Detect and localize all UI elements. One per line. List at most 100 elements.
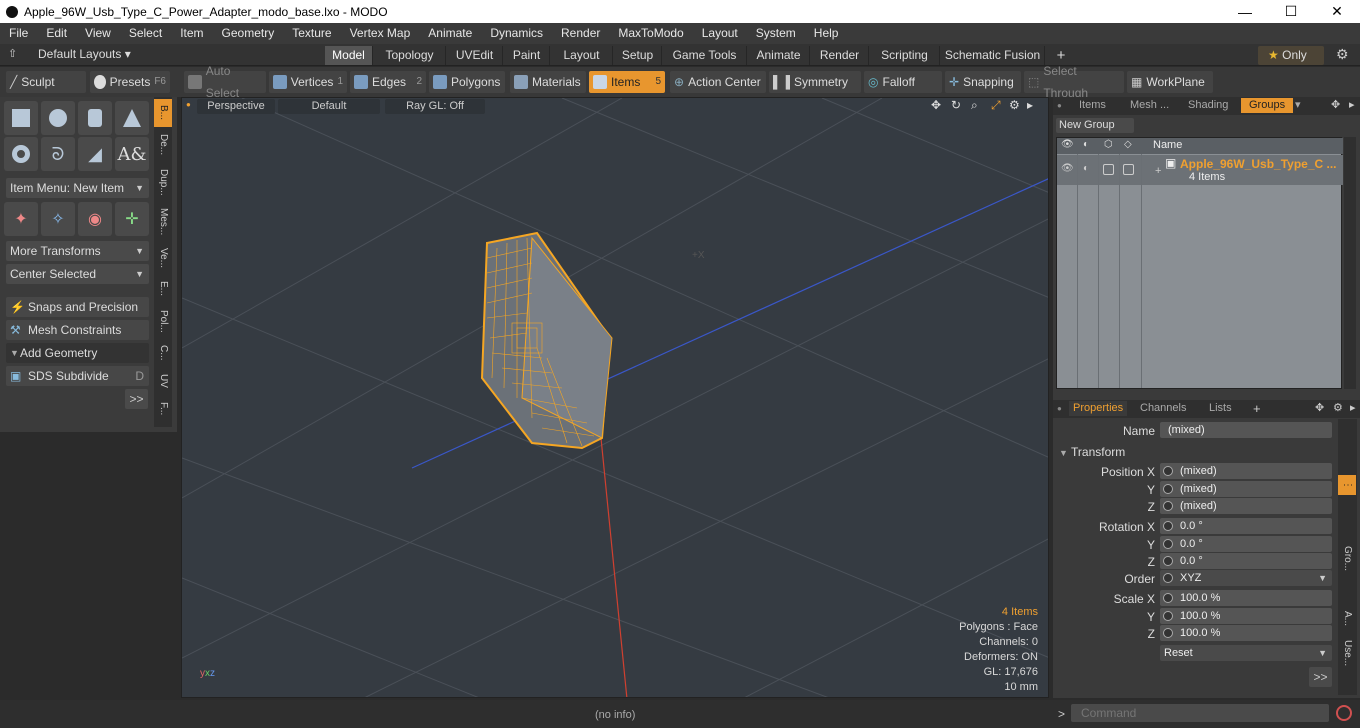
falloff-button[interactable]: ◎ Falloff	[864, 71, 942, 93]
presets-button[interactable]: Presets F6	[90, 71, 170, 93]
symmetry-button[interactable]: ▌▐ Symmetry	[769, 71, 861, 93]
scale-transform-tool[interactable]: ◉	[78, 202, 112, 236]
tab-game-tools[interactable]: Game Tools	[663, 46, 747, 65]
vtab-edge[interactable]: E...	[154, 275, 172, 303]
scale-y-field[interactable]: 100.0 %	[1160, 608, 1332, 624]
transform-tool[interactable]: ✛	[115, 202, 149, 236]
orbit-icon[interactable]: ↻	[951, 98, 961, 112]
viewport-menu-icon[interactable]: ▸	[1027, 98, 1033, 112]
rotate-transform-tool[interactable]: ✧	[41, 202, 75, 236]
default-layouts-dropdown[interactable]: Default Layouts ▾	[38, 47, 131, 61]
vertices-button[interactable]: Vertices 1	[269, 71, 347, 93]
row-lock-checkbox[interactable]	[1103, 164, 1114, 175]
select-icon[interactable]: ◇	[1124, 139, 1132, 150]
pen-tool[interactable]: ◢	[78, 137, 112, 171]
sds-subdivide-button[interactable]: ▣ SDS Subdivide D	[6, 366, 149, 386]
row-render-icon[interactable]: ◐	[1083, 163, 1089, 174]
menu-view[interactable]: View	[76, 23, 120, 44]
group-row[interactable]: 👁 ◐ + ▣ Apple_96W_Usb_Type_C ... 4 Items	[1057, 155, 1343, 185]
tab-channels[interactable]: Channels	[1140, 401, 1186, 416]
workplane-button[interactable]: ▦ WorkPlane	[1127, 71, 1213, 93]
sculpt-button[interactable]: ╱ Sculpt	[6, 71, 86, 93]
tab-mesh[interactable]: Mesh ...	[1130, 98, 1169, 113]
polygons-button[interactable]: Polygons	[429, 71, 505, 93]
new-group-button[interactable]: New Group	[1056, 118, 1134, 133]
vtab-duplicate[interactable]: Dup...	[154, 163, 172, 201]
lock-icon[interactable]: ⬡	[1104, 139, 1113, 150]
zoom-icon[interactable]: ⌕	[971, 98, 978, 113]
name-field[interactable]: (mixed)	[1160, 422, 1332, 438]
tab-lists[interactable]: Lists	[1209, 401, 1232, 416]
more-transforms-dropdown[interactable]: More Transforms ▼	[6, 241, 149, 261]
maximize-button[interactable]: ☐	[1268, 0, 1314, 23]
auto-select-button[interactable]: Auto Select	[184, 64, 266, 100]
more-button[interactable]: >>	[125, 389, 148, 409]
rotation-y-field[interactable]: 0.0 °	[1160, 536, 1332, 552]
position-y-field[interactable]: (mixed)	[1160, 481, 1332, 497]
cone-tool[interactable]	[115, 101, 149, 135]
position-z-field[interactable]: (mixed)	[1160, 498, 1332, 514]
command-input[interactable]	[1071, 704, 1329, 722]
tab-shading[interactable]: Shading	[1188, 98, 1228, 113]
center-selected-dropdown[interactable]: Center Selected ▼	[6, 264, 149, 284]
side-tab-user[interactable]: Use...	[1338, 635, 1356, 671]
tab-paint[interactable]: Paint	[504, 46, 550, 65]
viewport-settings-icon[interactable]: ⚙	[1009, 98, 1020, 112]
select-through-button[interactable]: ⬚ Select Through	[1024, 64, 1124, 100]
tab-menu-chevron-icon[interactable]: ▾	[1295, 98, 1301, 113]
order-dropdown[interactable]: XYZ ▼	[1160, 570, 1332, 586]
rotation-y-radio[interactable]	[1163, 539, 1173, 549]
add-tab-button[interactable]: +	[1253, 401, 1261, 416]
tab-model[interactable]: Model	[325, 46, 373, 65]
tube-tool[interactable]: ᘐ	[41, 137, 75, 171]
menu-texture[interactable]: Texture	[283, 23, 340, 44]
fit-icon[interactable]: ⤢	[991, 98, 1001, 113]
gear-icon[interactable]: ⚙	[1336, 46, 1349, 63]
menu-geometry[interactable]: Geometry	[213, 23, 284, 44]
tab-items[interactable]: Items	[1079, 98, 1106, 113]
row-eye-icon[interactable]: 👁	[1061, 163, 1074, 174]
close-button[interactable]: ✕	[1314, 0, 1360, 23]
menu-layout[interactable]: Layout	[693, 23, 747, 44]
menu-item[interactable]: Item	[171, 23, 212, 44]
rotation-z-field[interactable]: 0.0 °	[1160, 553, 1332, 569]
position-x-field[interactable]: (mixed)	[1160, 463, 1332, 479]
adapter-model[interactable]	[480, 231, 613, 450]
add-geometry-section[interactable]: ▼ Add Geometry	[6, 343, 149, 363]
groups-scrollbar[interactable]	[1344, 137, 1356, 389]
3d-viewport[interactable]: +X yxz 4 Items Polygons : Face Channels:…	[181, 97, 1049, 698]
scale-z-radio[interactable]	[1163, 628, 1173, 638]
text-tool[interactable]: A&	[115, 137, 149, 171]
sphere-tool[interactable]	[41, 101, 75, 135]
action-center-button[interactable]: ⊕ Action Center	[670, 71, 766, 93]
vtab-fusion[interactable]: F...	[154, 395, 172, 423]
properties-more-button[interactable]: >>	[1309, 667, 1332, 687]
menu-help[interactable]: Help	[805, 23, 848, 44]
torus-tool[interactable]	[4, 137, 38, 171]
position-z-radio[interactable]	[1163, 501, 1173, 511]
menu-select[interactable]: Select	[120, 23, 171, 44]
menu-dynamics[interactable]: Dynamics	[481, 23, 552, 44]
menu-maxtomodo[interactable]: MaxToModo	[609, 23, 692, 44]
snapping-button[interactable]: ✛ Snapping	[945, 71, 1021, 93]
cube-tool[interactable]	[4, 101, 38, 135]
tab-topology[interactable]: Topology	[374, 46, 446, 65]
tab-render[interactable]: Render	[811, 46, 869, 65]
position-y-radio[interactable]	[1163, 484, 1173, 494]
items-button[interactable]: Items 5	[589, 71, 665, 93]
rotation-z-radio[interactable]	[1163, 556, 1173, 566]
record-icon[interactable]	[1336, 705, 1352, 721]
menu-file[interactable]: File	[0, 23, 37, 44]
cylinder-tool[interactable]	[78, 101, 112, 135]
menu-edit[interactable]: Edit	[37, 23, 76, 44]
eye-icon[interactable]: 👁	[1061, 139, 1074, 150]
render-icon[interactable]: ◐	[1083, 139, 1089, 150]
scale-z-field[interactable]: 100.0 %	[1160, 625, 1332, 641]
vtab-uv[interactable]: UV	[154, 369, 172, 393]
move-transform-tool[interactable]: ✦	[4, 202, 38, 236]
snaps-precision-button[interactable]: ⚡ Snaps and Precision	[6, 297, 149, 317]
menu-system[interactable]: System	[747, 23, 805, 44]
tab-setup[interactable]: Setup	[614, 46, 662, 65]
side-tab-a[interactable]: A...	[1338, 607, 1356, 631]
side-tab-groups[interactable]: Gro...	[1338, 539, 1356, 579]
